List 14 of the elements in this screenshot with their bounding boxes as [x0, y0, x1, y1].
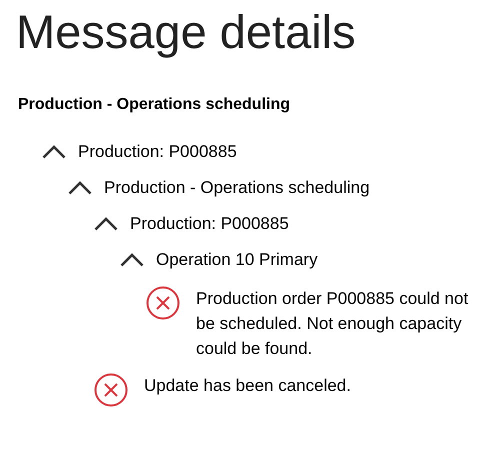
chevron-up-icon[interactable]	[68, 181, 92, 195]
chevron-up-icon[interactable]	[120, 253, 144, 267]
tree-item[interactable]: Production: P000885	[130, 214, 289, 234]
section-heading: Production - Operations scheduling	[18, 96, 292, 114]
page-title: Message details	[16, 4, 357, 60]
error-message: Production order P000885 could not be scheduled. Not enough capacity could be found.	[196, 288, 470, 360]
chevron-up-icon[interactable]	[94, 217, 118, 231]
tree-item[interactable]: Production - Operations scheduling	[104, 178, 370, 198]
error-icon	[146, 286, 180, 320]
error-message: Update has been canceled.	[144, 375, 352, 397]
tree-item[interactable]: Operation 10 Primary	[156, 250, 318, 270]
tree-item[interactable]: Production: P000885	[78, 142, 237, 162]
error-icon	[94, 373, 128, 407]
chevron-up-icon[interactable]	[42, 145, 66, 159]
